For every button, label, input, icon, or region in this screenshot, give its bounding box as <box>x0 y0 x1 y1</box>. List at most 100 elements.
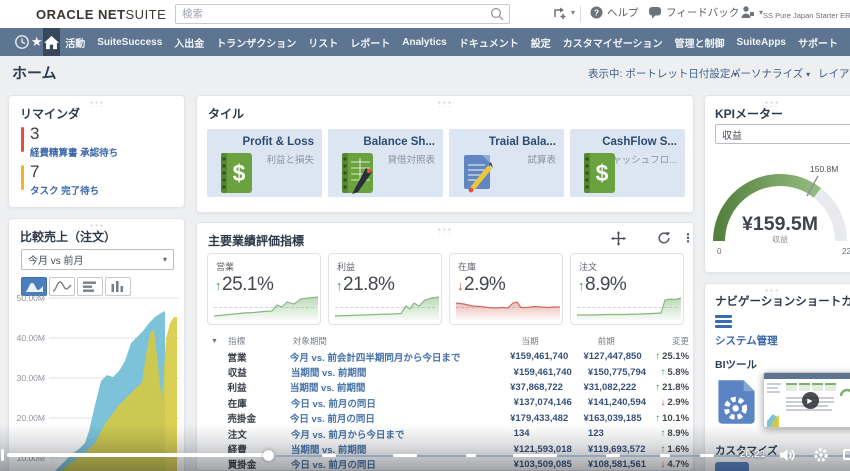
period-link[interactable]: 当期間 vs. 前期間 <box>290 380 510 394</box>
nav-item-documents[interactable]: ドキュメント <box>459 35 519 50</box>
sales-comparison-area-chart: 50.00M 40.00M 30.00M 20.00M 10.00M <box>17 293 179 471</box>
shortcut-bi-tools[interactable]: BIツール <box>715 357 757 372</box>
portlet-drag-handle[interactable] <box>88 100 105 107</box>
collapse-caret-icon[interactable]: ▼ <box>207 338 228 345</box>
kpi-portlet: 主要業績評価指標 ⋮ 営業 ↑25.1% 利益 ↑21.8% 在庫 ↓2.9% … <box>196 222 694 471</box>
reminder-link-tasks[interactable]: タスク 完了待ち <box>30 183 99 197</box>
kpi-table-row[interactable]: 収益 当期間 vs. 前期間 ¥159,461,740 ¥150,775,794… <box>207 364 689 380</box>
period-link[interactable]: 今日 vs. 前月の同日 <box>291 396 514 410</box>
portlet-move-button[interactable] <box>611 231 626 246</box>
kebab-icon: ⋮ <box>682 231 694 245</box>
ledger-dollar-icon <box>577 151 617 195</box>
nav-item-activities[interactable]: 活動 <box>65 35 85 50</box>
reminder-link-expense-reports[interactable]: 経費精算書 承認待ち <box>30 145 118 159</box>
period-link[interactable]: 当期間 vs. 前期間 <box>291 365 514 379</box>
kpi-table-row[interactable]: 営業 今月 vs. 前会計四半期同月から今日まで ¥159,461,740 ¥1… <box>207 349 690 364</box>
reminder-severity-bar <box>21 165 24 190</box>
period-select[interactable]: 今月 vs 前月 ▾ <box>21 249 174 270</box>
home-icon <box>44 35 60 49</box>
top-bar: ORACLE NETSUITE ▾ ? ヘルプ <box>0 0 850 28</box>
navigation-shortcuts-title: ナビゲーションショートカット <box>715 296 850 308</box>
period-link[interactable]: 今日 vs. 前月の同日 <box>291 457 514 471</box>
pip-video-thumbnail[interactable]: ▶ <box>763 372 850 428</box>
arrow-up-icon: ↑ <box>655 412 661 424</box>
nav-item-analytics[interactable]: Analytics <box>402 37 446 48</box>
period-link[interactable]: 今月 vs. 前会計四半期同月から今日まで <box>290 350 510 364</box>
home-tab[interactable] <box>43 28 61 56</box>
hamburger-icon[interactable] <box>715 315 732 330</box>
bi-tools-gearfile-icon[interactable] <box>713 376 760 428</box>
nav-item-transactions[interactable]: トランザクション <box>216 35 296 50</box>
arrow-up-icon: ↑ <box>578 278 585 293</box>
tile-profit-loss[interactable]: Profit & Loss 利益と損失 <box>207 129 322 197</box>
shortcuts-button[interactable]: ★ <box>30 28 43 56</box>
gauge-min-label: 0 <box>717 247 722 256</box>
nav-item-banking[interactable]: 入出金 <box>174 35 204 50</box>
shortcut-partial-icon[interactable] <box>715 462 749 471</box>
nav-item-setup[interactable]: 設定 <box>531 35 551 50</box>
portlet-drag-handle[interactable] <box>437 227 453 234</box>
quick-create-button[interactable]: ▾ <box>552 5 575 20</box>
nav-item-customization[interactable]: カスタマイゼーション <box>563 35 663 50</box>
nav-item-reports[interactable]: レポート <box>350 35 390 50</box>
nav-item-lists[interactable]: リスト <box>308 35 338 50</box>
nav-item-governance[interactable]: 管理と制御 <box>675 35 725 50</box>
kpi-table-row[interactable]: 買掛金 今日 vs. 前月の同日 ¥103,509,085 ¥108,581,5… <box>207 457 689 471</box>
shortcut-system-admin[interactable]: システム管理 <box>715 333 778 348</box>
portlet-menu-button[interactable]: ⋮ <box>682 231 694 245</box>
kpi-card-label: 営業 <box>216 262 235 272</box>
tile-cashflow[interactable]: CashFlow S... キャッシュフロ... <box>570 129 685 197</box>
oracle-netsuite-logo[interactable]: ORACLE NETSUITE <box>36 7 166 22</box>
kpi-table-row[interactable]: 在庫 今日 vs. 前月の同日 ¥137,074,146 ¥141,240,59… <box>207 395 689 410</box>
nav-item-suitesuccess[interactable]: SuiteSuccess <box>97 37 162 48</box>
caret-down-icon: ▾ <box>806 70 811 79</box>
tile-title: Profit & Loss <box>242 136 314 148</box>
period-link[interactable]: 今月 vs. 前月から今日まで <box>291 427 514 441</box>
arrow-up-icon: ↑ <box>215 278 222 293</box>
tile-title: CashFlow S... <box>602 136 677 148</box>
scrubber-start-marker <box>1 449 4 461</box>
role-menu-button[interactable]: ▾ <box>740 5 763 19</box>
period-link[interactable]: 今日 vs. 前月の同日 <box>290 411 510 425</box>
kpi-card-sales[interactable]: 営業 ↑25.1% <box>207 253 321 325</box>
arrow-up-icon: ↑ <box>336 278 343 293</box>
scrubber-playhead[interactable] <box>263 450 274 461</box>
kpi-card-inventory[interactable]: 在庫 ↓2.9% <box>449 253 563 325</box>
player-partial-button[interactable] <box>843 449 850 460</box>
search-input[interactable] <box>176 8 490 20</box>
tile-balance-sheet[interactable]: Balance Sh... 貸借対照表 <box>328 129 443 197</box>
star-icon: ★ <box>30 34 43 49</box>
portlet-date-settings-button[interactable]: 表示中: ポートレット日付設定 ▾ <box>588 66 737 81</box>
scrubber-played-bar[interactable] <box>7 453 265 457</box>
kpi-meter-portlet: KPIメーター 収益 ▾ 150.8M ¥159.5M 収益 0 22 <box>704 95 850 273</box>
nav-item-support[interactable]: サポート <box>798 35 838 50</box>
layout-button[interactable]: レイアウト <box>818 66 850 81</box>
settings-gear-button[interactable] <box>813 447 829 463</box>
global-search[interactable] <box>175 4 510 24</box>
play-button[interactable]: ▶ <box>801 392 819 409</box>
kpi-table-row[interactable]: 売掛金 今日 vs. 前月の同日 ¥179,433,482 ¥163,039,1… <box>207 411 690 426</box>
kpi-card-orders[interactable]: 注文 ↑8.9% <box>570 253 684 325</box>
scrubber-buffer-segment <box>513 454 557 457</box>
scrubber-buffer-segment <box>393 454 417 457</box>
nav-item-suiteapps[interactable]: SuiteApps <box>737 37 786 48</box>
refresh-icon <box>658 232 671 244</box>
kpi-table-row[interactable]: 利益 当期間 vs. 前期間 ¥37,868,722 ¥31,082,222 ↑… <box>207 380 690 395</box>
help-button[interactable]: ? ヘルプ <box>590 5 639 20</box>
portlet-refresh-button[interactable] <box>657 231 671 245</box>
line-chart-icon <box>52 281 72 292</box>
kpi-table-row[interactable]: 注文 今月 vs. 前月から今日まで 134 123 ↑ 8.9% <box>207 426 689 441</box>
portlet-drag-handle[interactable] <box>437 100 453 107</box>
sparkline-profit <box>335 296 439 320</box>
feedback-button[interactable]: フィードバック <box>648 5 739 20</box>
kpi-card-profit[interactable]: 利益 ↑21.8% <box>328 253 442 325</box>
sparkline-orders <box>577 297 681 320</box>
personalize-button[interactable]: パーソナライズ ▾ <box>730 66 810 81</box>
clock-icon <box>15 35 29 49</box>
search-icon[interactable] <box>490 7 505 22</box>
kpi-meter-metric-select[interactable]: 収益 ▾ <box>715 124 850 144</box>
topbar-divider <box>580 6 581 22</box>
tile-trial-balance[interactable]: Traial Bala... 試算表 <box>449 129 564 197</box>
volume-button[interactable] <box>779 448 797 462</box>
recent-records-button[interactable] <box>14 28 30 56</box>
